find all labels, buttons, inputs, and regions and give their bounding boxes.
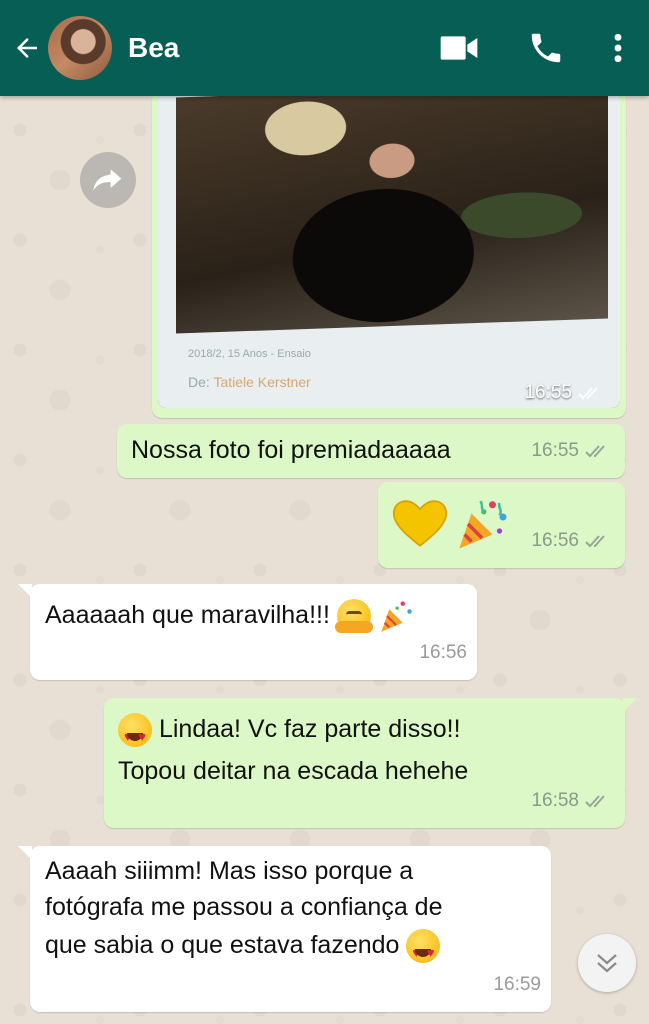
message-meta: 16:55 <box>524 382 604 404</box>
outgoing-message[interactable]: Nossa foto foi premiadaaaaa 16:55 <box>117 424 625 478</box>
more-options-icon[interactable] <box>613 32 623 64</box>
message-line: Lindaa! Vc faz parte disso!! <box>118 710 461 756</box>
party-popper-emoji <box>459 500 507 549</box>
heart-eyes-emoji <box>118 713 152 756</box>
forward-button[interactable] <box>80 152 136 208</box>
shared-photo[interactable]: 2018/2, 15 Anos - Ensaio De: Tatiele Ker… <box>158 90 620 408</box>
photo-caption-by: De: <box>188 374 210 390</box>
message-time: 16:55 <box>524 382 572 403</box>
outgoing-message[interactable]: 16:56 <box>378 482 625 568</box>
photo-caption-credit: De: Tatiele Kerstner <box>188 374 311 390</box>
double-check-icon <box>578 387 598 400</box>
photo-caption-small: 2018/2, 15 Anos - Ensaio <box>188 348 311 360</box>
photo-content <box>176 90 608 334</box>
voice-call-icon[interactable] <box>527 29 565 67</box>
contact-avatar[interactable] <box>48 16 112 80</box>
message-text: Nossa foto foi premiadaaaaa <box>131 436 451 464</box>
double-check-icon <box>585 445 605 458</box>
contact-name[interactable]: Bea <box>128 32 439 64</box>
incoming-message[interactable]: Aaaah siiimm! Mas isso porque a fotógraf… <box>18 846 551 1012</box>
image-message[interactable]: 2018/2, 15 Anos - Ensaio De: Tatiele Ker… <box>152 90 626 418</box>
photo-caption-name: Tatiele Kerstner <box>213 374 311 390</box>
message-line: que sabia o que estava fazendo <box>45 926 441 972</box>
video-call-icon[interactable] <box>439 33 479 63</box>
forward-icon <box>93 169 122 191</box>
heart-eyes-emoji <box>406 929 441 972</box>
bubble-tail <box>18 846 32 860</box>
double-check-icon <box>585 535 605 548</box>
incoming-message[interactable]: Aaaaaah que maravilha!!! 16:56 <box>18 584 477 680</box>
message-time: 16:56 <box>419 642 467 663</box>
message-time: 16:56 <box>531 530 579 551</box>
message-time: 16:59 <box>493 974 541 995</box>
message-meta: 16:56 <box>419 634 467 672</box>
message-text: fotógrafa me passou a confiança de <box>45 893 443 921</box>
message-meta: 16:58 <box>531 782 611 820</box>
double-chevron-down-icon <box>597 954 617 973</box>
scroll-to-bottom-button[interactable] <box>578 934 636 992</box>
back-arrow-icon[interactable] <box>12 33 42 63</box>
double-check-icon <box>585 795 605 808</box>
hugging-face-emoji <box>334 599 373 634</box>
message-meta: 16:55 <box>531 432 611 470</box>
message-text: que sabia o que estava fazendo <box>45 931 400 959</box>
message-time: 16:55 <box>531 440 579 461</box>
bubble-tail <box>18 584 32 598</box>
message-text: Aaaaaah que maravilha!!! <box>45 601 330 629</box>
message-text: Aaaah siiimm! Mas isso porque a <box>45 857 414 885</box>
message-time: 16:58 <box>531 790 579 811</box>
message-text: Lindaa! Vc faz parte disso!! <box>158 715 461 743</box>
yellow-heart-emoji <box>392 500 448 547</box>
message-body: Aaaaaah que maravilha!!! <box>45 596 414 634</box>
message-meta: 16:56 <box>531 522 611 560</box>
party-popper-emoji <box>381 601 412 633</box>
outgoing-message[interactable]: Lindaa! Vc faz parte disso!! Topou deita… <box>104 698 637 828</box>
bubble-tail <box>623 698 637 712</box>
chat-header: Bea <box>0 0 649 96</box>
message-meta: 16:59 <box>493 966 541 1004</box>
message-text: Topou deitar na escada hehehe <box>118 757 469 785</box>
